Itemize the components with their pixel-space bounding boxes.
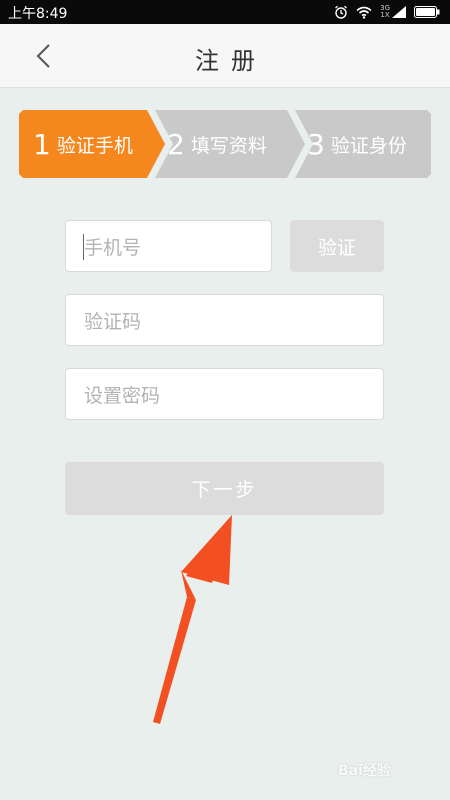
annotation-arrow [153, 515, 232, 724]
watermark-logo: Bai经验 [338, 763, 391, 779]
